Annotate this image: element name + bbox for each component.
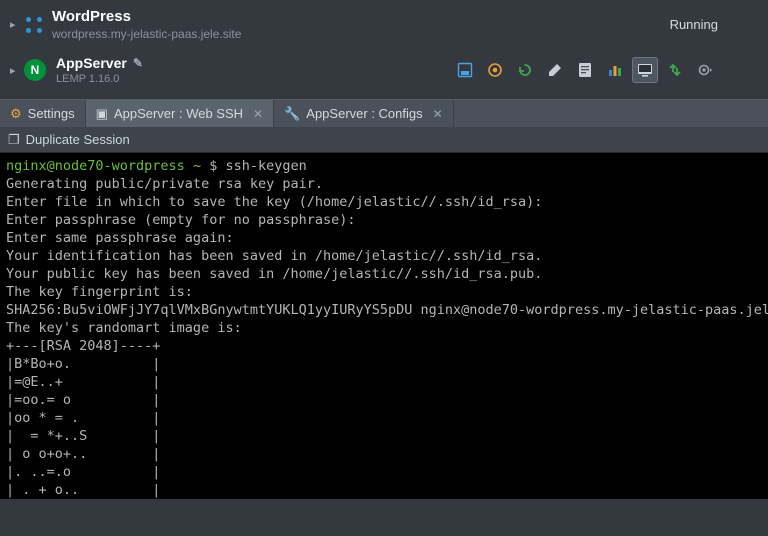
edit-icon[interactable]: ✎: [133, 56, 143, 70]
statistics-icon[interactable]: [602, 57, 628, 83]
terminal-line: Enter passphrase (empty for no passphras…: [6, 212, 356, 228]
terminal-line: Your public key has been saved in /home/…: [6, 266, 542, 282]
prompt-path: ~: [193, 158, 201, 174]
terminal-line: The key's randomart image is:: [6, 320, 242, 336]
terminal-line: |. ..=.o |: [6, 464, 160, 480]
tab-webssh[interactable]: ▣ AppServer : Web SSH ✕: [86, 100, 274, 127]
terminal-line: |B*Bo+o. |: [6, 356, 160, 372]
terminal-line: |oo * = . |: [6, 410, 160, 426]
prompt-user: nginx@node70-wordpress: [6, 158, 185, 174]
addon-icon[interactable]: [482, 57, 508, 83]
node-subtitle: LEMP 1.16.0: [56, 73, 143, 85]
prompt-command: ssh-keygen: [226, 158, 307, 174]
wrench-icon: 🔧: [284, 106, 300, 122]
tab-settings[interactable]: ⚙ Settings: [0, 100, 86, 127]
restart-icon[interactable]: [512, 57, 538, 83]
terminal-line: Enter same passphrase again:: [6, 230, 234, 246]
terminal-line: Enter file in which to save the key (/ho…: [6, 194, 542, 210]
log-icon[interactable]: [572, 57, 598, 83]
nginx-icon: N: [24, 59, 46, 81]
settings-gear-icon[interactable]: [692, 57, 718, 83]
terminal-line: |=oo.= o |: [6, 392, 160, 408]
node-row[interactable]: ▸ N AppServer ✎ LEMP 1.16.0 ↖ Web SSH: [0, 49, 768, 99]
environment-info: WordPress wordpress.my-jelastic-paas.jel…: [52, 8, 241, 41]
tab-bar: ⚙ Settings ▣ AppServer : Web SSH ✕ 🔧 App…: [0, 99, 768, 127]
redeploy-icon[interactable]: [662, 57, 688, 83]
close-icon[interactable]: ✕: [433, 107, 443, 121]
chevron-right-icon[interactable]: ▸: [10, 64, 24, 77]
web-ssh-button[interactable]: [632, 57, 658, 83]
environment-icon: [24, 15, 44, 35]
terminal-line: SHA256:Bu5viOWFjJY7qlVMxBGnywtmtYUKLQ1yy…: [6, 302, 768, 318]
tab-label: AppServer : Configs: [306, 106, 422, 121]
terminal-line: The key fingerprint is:: [6, 284, 193, 300]
node-title: AppServer: [56, 55, 127, 71]
terminal-output[interactable]: nginx@node70-wordpress ~ $ ssh-keygen Ge…: [0, 153, 768, 499]
terminal-line: |=@E..+ |: [6, 374, 160, 390]
prompt-symbol: $: [209, 158, 217, 174]
session-bar: ❐ Duplicate Session: [0, 127, 768, 153]
tab-configs[interactable]: 🔧 AppServer : Configs ✕: [274, 100, 454, 127]
gear-icon: ⚙: [10, 106, 22, 122]
node-info: AppServer ✎ LEMP 1.16.0: [56, 55, 143, 85]
terminal-icon: ▣: [96, 106, 108, 122]
environment-domain: wordpress.my-jelastic-paas.jele.site: [52, 27, 241, 41]
environment-row[interactable]: ▸ WordPress wordpress.my-jelastic-paas.j…: [0, 0, 768, 49]
tab-label: AppServer : Web SSH: [114, 106, 243, 121]
environment-status: Running: [670, 17, 758, 32]
environment-title: WordPress: [52, 8, 241, 25]
tab-label: Settings: [28, 106, 75, 121]
config-icon[interactable]: [542, 57, 568, 83]
duplicate-session-button[interactable]: Duplicate Session: [26, 132, 130, 147]
terminal-line: | = *+..S |: [6, 428, 160, 444]
node-toolbar: ↖ Web SSH: [452, 57, 758, 83]
close-icon[interactable]: ✕: [253, 107, 263, 121]
terminal-line: | o o+o+.. |: [6, 446, 160, 462]
terminal-line: Generating public/private rsa key pair.: [6, 176, 323, 192]
duplicate-icon[interactable]: ❐: [8, 132, 20, 148]
terminal-line: | . + o.. |: [6, 482, 160, 498]
terminal-line: +---[RSA 2048]----+: [6, 338, 160, 354]
chevron-right-icon[interactable]: ▸: [10, 18, 24, 31]
terminal-line: Your identification has been saved in /h…: [6, 248, 542, 264]
save-icon[interactable]: [452, 57, 478, 83]
